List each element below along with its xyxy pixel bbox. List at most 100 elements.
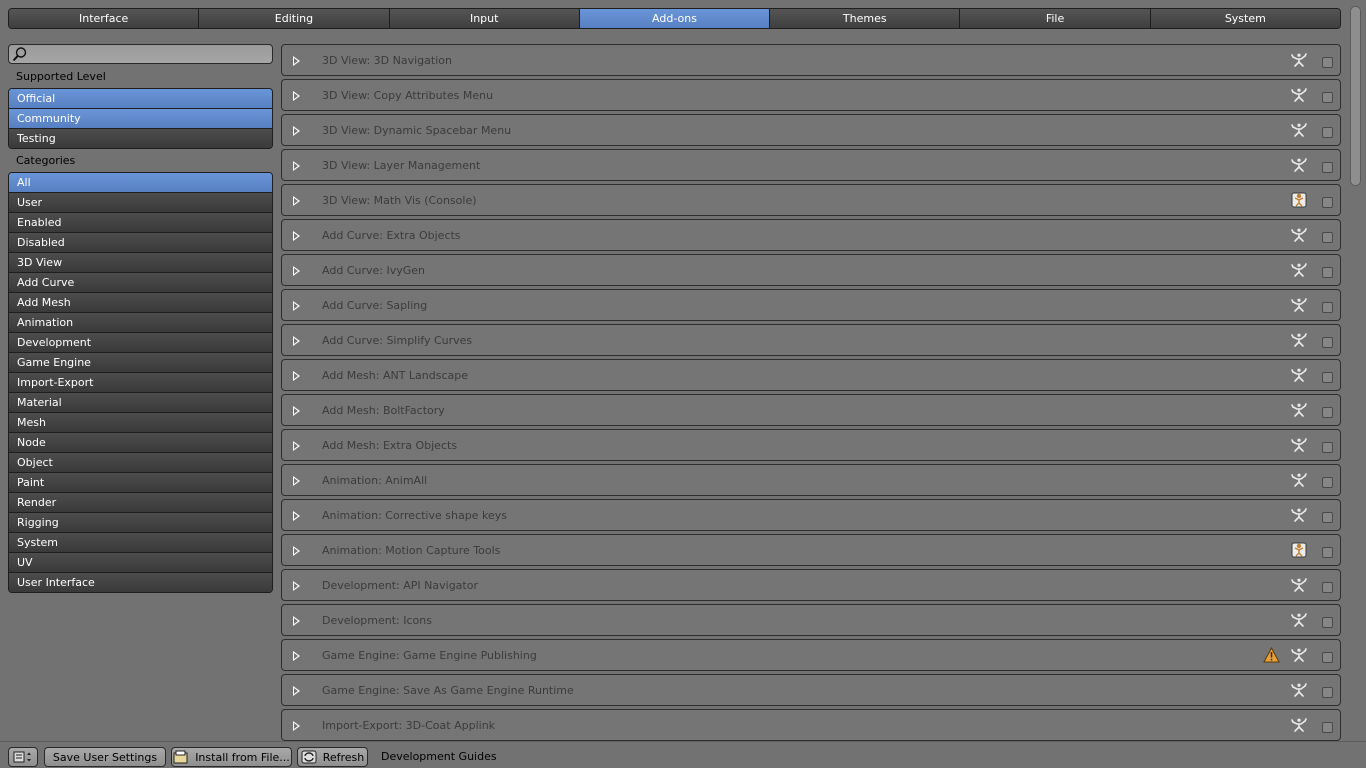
community-icon: [1291, 437, 1307, 453]
tab-themes[interactable]: Themes: [770, 9, 961, 28]
expand-arrow-icon[interactable]: [293, 126, 300, 136]
addon-name: Development: API Navigator: [322, 579, 478, 592]
expand-arrow-icon[interactable]: [293, 616, 300, 626]
enable-addon-checkbox[interactable]: [1322, 267, 1333, 278]
expand-arrow-icon[interactable]: [293, 651, 300, 661]
enable-addon-checkbox[interactable]: [1322, 722, 1333, 733]
addon-name: 3D View: Math Vis (Console): [322, 194, 477, 207]
community-icon: [1291, 612, 1307, 628]
enable-addon-checkbox[interactable]: [1322, 92, 1333, 103]
expand-arrow-icon[interactable]: [293, 231, 300, 241]
enable-addon-checkbox[interactable]: [1322, 477, 1333, 488]
expand-arrow-icon[interactable]: [293, 266, 300, 276]
addon-row: 3D View: Copy Attributes Menu: [281, 79, 1341, 111]
categories-item-import-export[interactable]: Import-Export: [9, 373, 272, 393]
addon-name: Animation: Corrective shape keys: [322, 509, 507, 522]
categories-item-system[interactable]: System: [9, 533, 272, 553]
categories-item-3d-view[interactable]: 3D View: [9, 253, 272, 273]
editor-type-button[interactable]: [8, 747, 38, 767]
expand-arrow-icon[interactable]: [293, 371, 300, 381]
enable-addon-checkbox[interactable]: [1322, 547, 1333, 558]
enable-addon-checkbox[interactable]: [1322, 162, 1333, 173]
expand-arrow-icon[interactable]: [293, 91, 300, 101]
categories-item-render[interactable]: Render: [9, 493, 272, 513]
categories-item-enabled[interactable]: Enabled: [9, 213, 272, 233]
tab-input[interactable]: Input: [389, 9, 580, 28]
expand-arrow-icon[interactable]: [293, 721, 300, 731]
categories-item-mesh[interactable]: Mesh: [9, 413, 272, 433]
tab-interface[interactable]: Interface: [9, 9, 200, 28]
community-icon: [1291, 262, 1307, 278]
save-user-settings-button[interactable]: Save User Settings: [44, 747, 166, 767]
enable-addon-checkbox[interactable]: [1322, 512, 1333, 523]
tab-system[interactable]: System: [1150, 9, 1340, 28]
categories-item-add-curve[interactable]: Add Curve: [9, 273, 272, 293]
addon-row: Import-Export: 3D-Coat Applink: [281, 709, 1341, 741]
tab-editing[interactable]: Editing: [199, 9, 390, 28]
expand-arrow-icon[interactable]: [293, 406, 300, 416]
search-input[interactable]: [8, 44, 273, 64]
expand-arrow-icon[interactable]: [293, 581, 300, 591]
addons-scrollbar[interactable]: [1348, 0, 1362, 741]
enable-addon-checkbox[interactable]: [1322, 197, 1333, 208]
expand-arrow-icon[interactable]: [293, 56, 300, 66]
categories-item-rigging[interactable]: Rigging: [9, 513, 272, 533]
enable-addon-checkbox[interactable]: [1322, 617, 1333, 628]
categories-item-all[interactable]: All: [9, 173, 272, 193]
enable-addon-checkbox[interactable]: [1322, 57, 1333, 68]
categories-item-paint[interactable]: Paint: [9, 473, 272, 493]
supported-level-item-testing[interactable]: Testing: [9, 129, 272, 148]
expand-arrow-icon[interactable]: [293, 301, 300, 311]
expand-arrow-icon[interactable]: [293, 511, 300, 521]
categories-item-user[interactable]: User: [9, 193, 272, 213]
community-icon: [1291, 52, 1307, 68]
categories-item-uv[interactable]: UV: [9, 553, 272, 573]
expand-arrow-icon[interactable]: [293, 686, 300, 696]
addon-name: Add Mesh: ANT Landscape: [322, 369, 469, 382]
tab-add-ons[interactable]: Add-ons: [579, 9, 771, 28]
expand-arrow-icon[interactable]: [293, 336, 300, 346]
categories-item-material[interactable]: Material: [9, 393, 272, 413]
addon-name: Development: Icons: [322, 614, 432, 627]
enable-addon-checkbox[interactable]: [1322, 372, 1333, 383]
enable-addon-checkbox[interactable]: [1322, 407, 1333, 418]
preferences-editor-icon: [13, 751, 31, 763]
categories-item-node[interactable]: Node: [9, 433, 272, 453]
expand-arrow-icon[interactable]: [293, 546, 300, 556]
expand-arrow-icon[interactable]: [293, 441, 300, 451]
categories-item-object[interactable]: Object: [9, 453, 272, 473]
enable-addon-checkbox[interactable]: [1322, 302, 1333, 313]
expand-arrow-icon[interactable]: [293, 161, 300, 171]
supported-level-item-community[interactable]: Community: [9, 109, 272, 129]
categories-item-development[interactable]: Development: [9, 333, 272, 353]
enable-addon-checkbox[interactable]: [1322, 337, 1333, 348]
expand-arrow-icon[interactable]: [293, 476, 300, 486]
file-folder-icon: [173, 750, 188, 764]
categories-item-user-interface[interactable]: User Interface: [9, 573, 272, 592]
enable-addon-checkbox[interactable]: [1322, 582, 1333, 593]
scrollbar-thumb[interactable]: [1350, 6, 1361, 186]
addon-name: Game Engine: Game Engine Publishing: [322, 649, 537, 662]
community-icon: [1291, 647, 1307, 663]
addon-row: Add Mesh: ANT Landscape: [281, 359, 1341, 391]
tab-file[interactable]: File: [960, 9, 1151, 28]
categories-label: Categories: [16, 154, 76, 167]
categories-item-add-mesh[interactable]: Add Mesh: [9, 293, 272, 313]
categories-item-disabled[interactable]: Disabled: [9, 233, 272, 253]
enable-addon-checkbox[interactable]: [1322, 232, 1333, 243]
development-guides-link[interactable]: Development Guides: [381, 750, 497, 763]
enable-addon-checkbox[interactable]: [1322, 687, 1333, 698]
expand-arrow-icon[interactable]: [293, 196, 300, 206]
enable-addon-checkbox[interactable]: [1322, 652, 1333, 663]
enable-addon-checkbox[interactable]: [1322, 442, 1333, 453]
enable-addon-checkbox[interactable]: [1322, 127, 1333, 138]
supported-level-item-official[interactable]: Official: [9, 89, 272, 109]
community-icon: [1291, 402, 1307, 418]
official-icon: [1291, 542, 1307, 558]
refresh-button[interactable]: Refresh: [297, 747, 368, 767]
community-icon: [1291, 297, 1307, 313]
community-icon: [1291, 227, 1307, 243]
install-from-file-button[interactable]: Install from File...: [171, 747, 292, 767]
categories-item-game-engine[interactable]: Game Engine: [9, 353, 272, 373]
categories-item-animation[interactable]: Animation: [9, 313, 272, 333]
